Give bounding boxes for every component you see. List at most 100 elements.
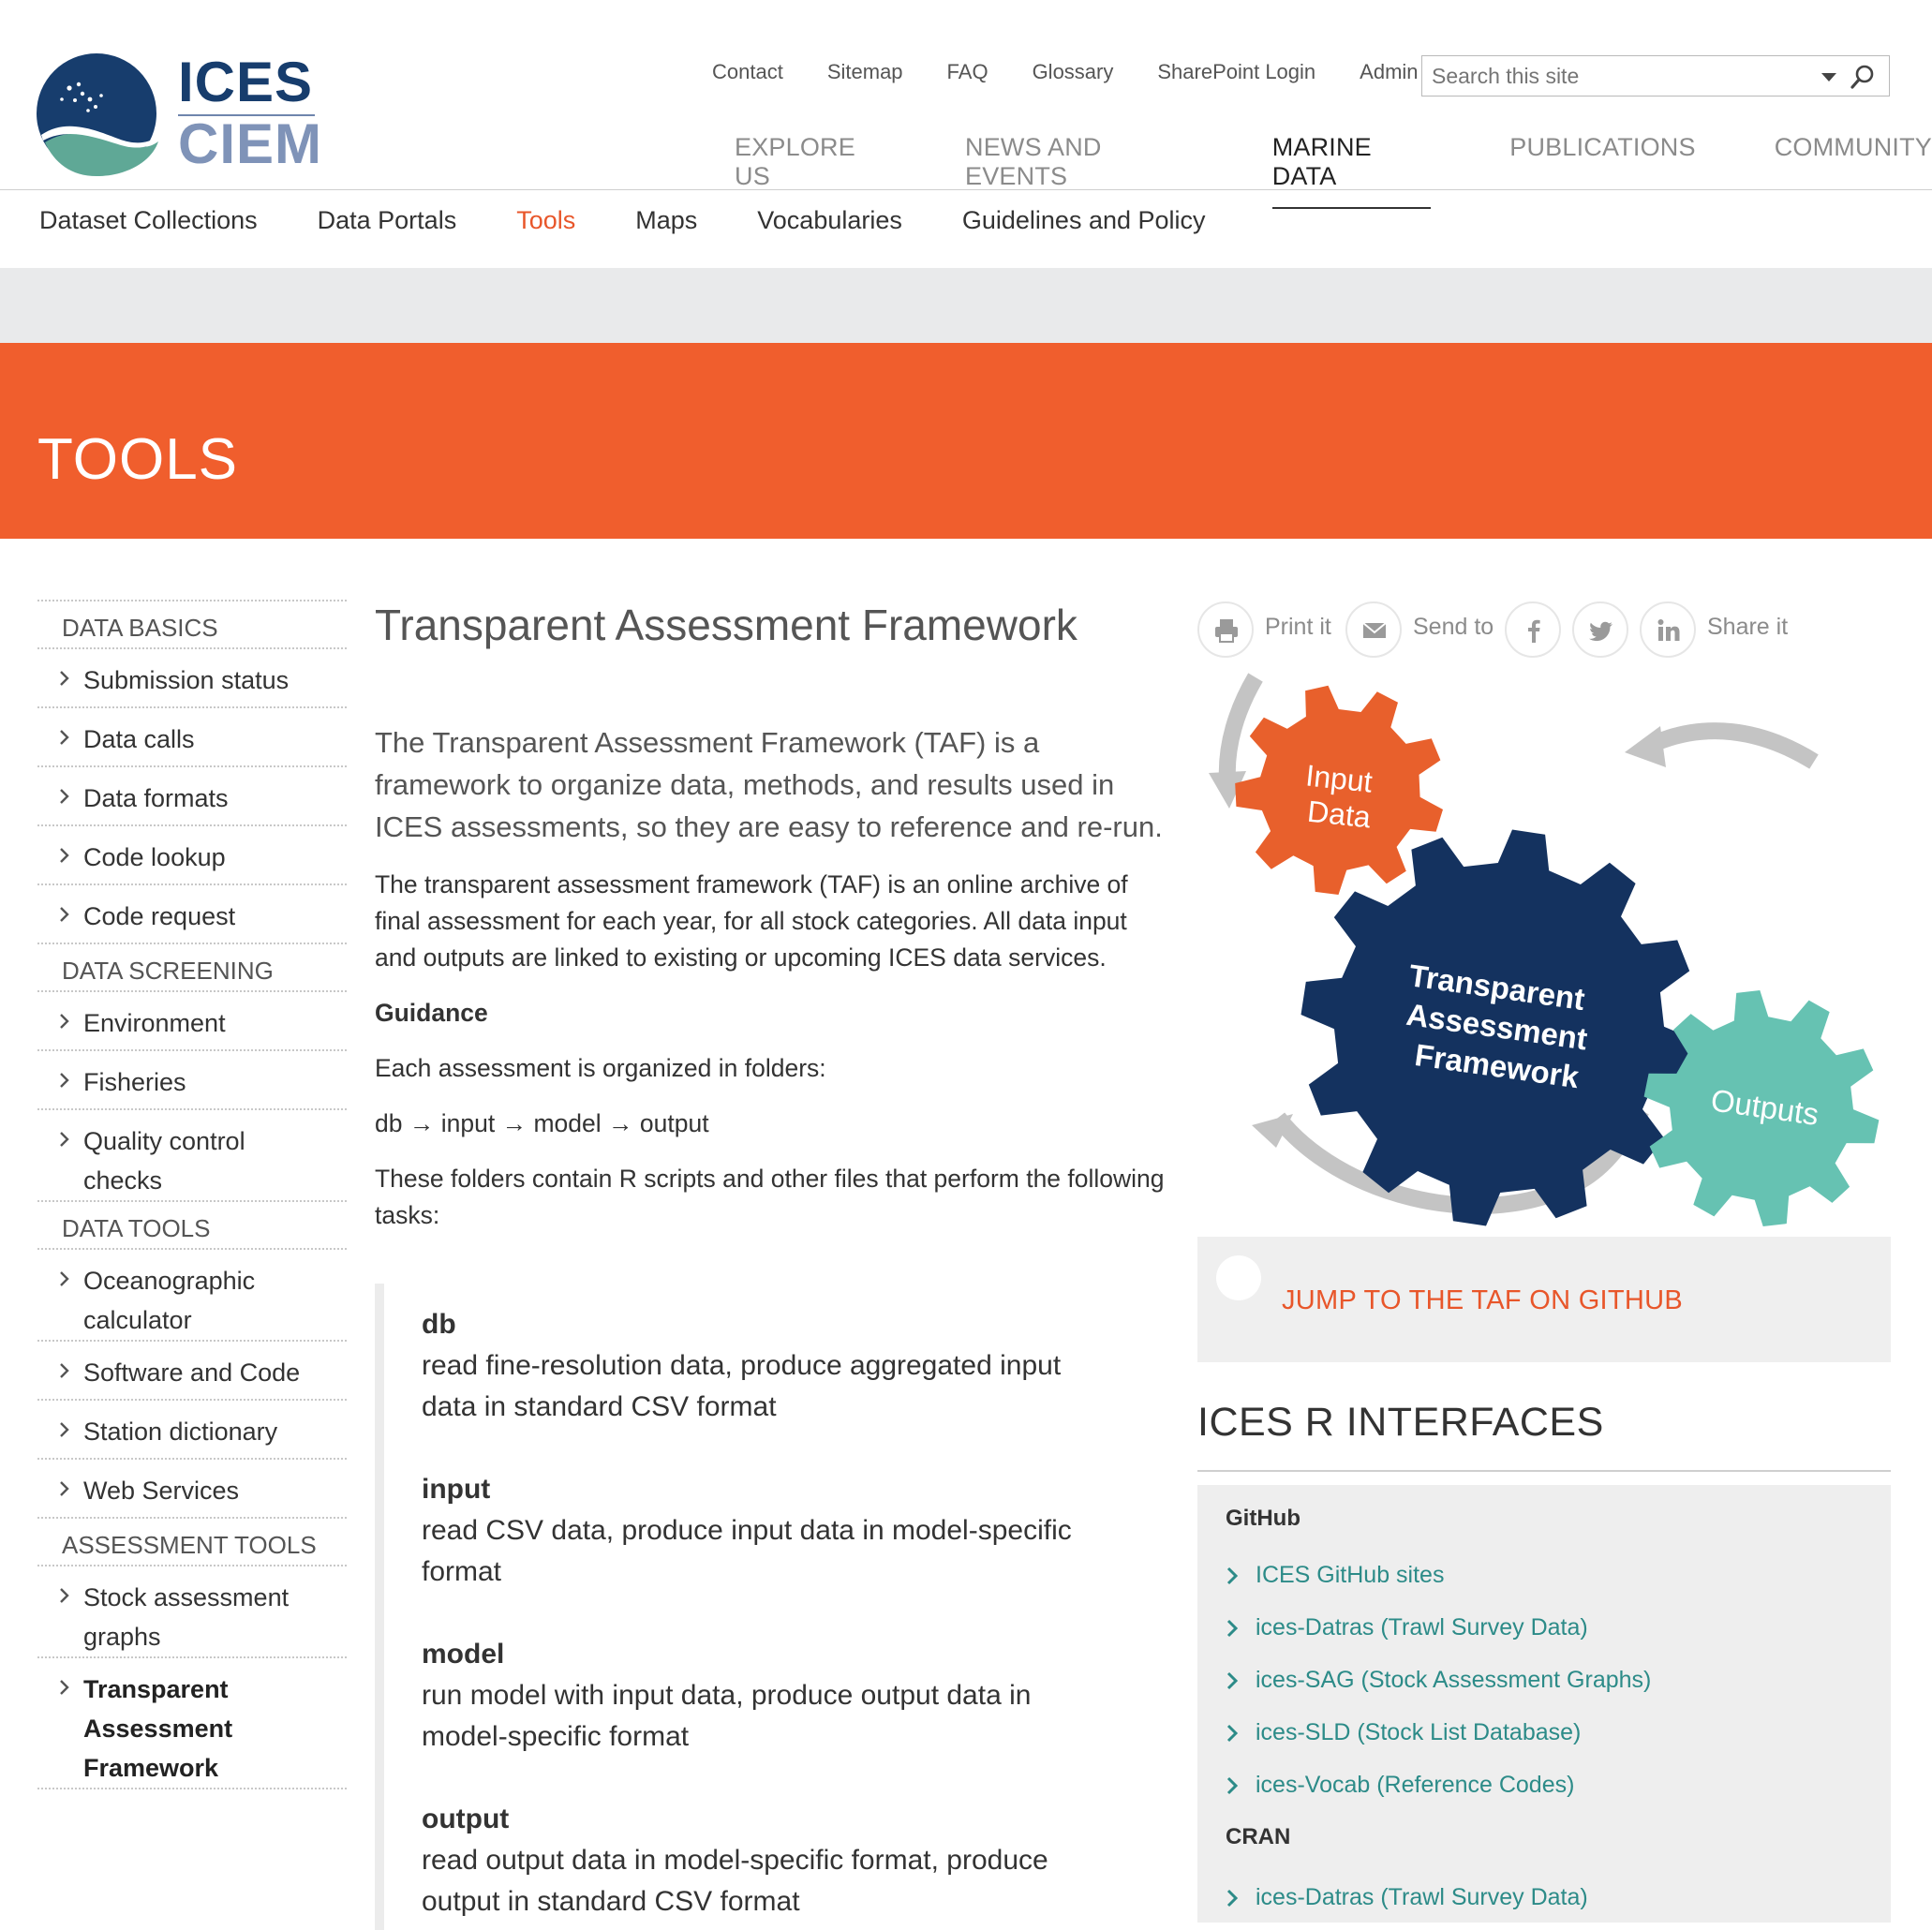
sidebar-item-software-and-code[interactable]: Software and Code — [37, 1342, 347, 1399]
subnav-guidelines-and-policy[interactable]: Guidelines and Policy — [962, 206, 1206, 235]
taf-github-link[interactable]: JUMP TO THE TAF ON GITHUB — [1282, 1285, 1683, 1316]
sidebar-item-transparent-assessment-framework[interactable]: Transparent Assessment Framework — [37, 1658, 347, 1788]
util-link-sitemap[interactable]: Sitemap — [827, 60, 903, 84]
sidebar-divider — [37, 1788, 347, 1789]
sidebar-item-label: Framework — [83, 1754, 219, 1782]
github-callout: JUMP TO THE TAF ON GITHUB — [1197, 1237, 1891, 1362]
nav-community[interactable]: COMMUNITY — [1775, 133, 1932, 209]
util-link-faq[interactable]: FAQ — [947, 60, 988, 84]
mail-icon — [1362, 622, 1387, 638]
logo-text-ciem: CIEM — [178, 112, 322, 175]
chevron-right-icon — [1226, 1566, 1239, 1585]
chevron-right-icon — [60, 1680, 69, 1695]
ices-logo[interactable]: ICES CIEM — [34, 51, 321, 177]
task-description: output in standard CSV format — [422, 1886, 800, 1917]
chevron-right-icon — [1226, 1671, 1239, 1690]
sidebar-item-fisheries[interactable]: Fisheries — [37, 1051, 347, 1108]
facebook-button[interactable] — [1505, 601, 1561, 658]
task-list: db read fine-resolution data, produce ag… — [375, 1284, 1190, 1930]
sidebar-item-label: Assessment — [83, 1715, 233, 1743]
r-interfaces-panel: GitHub ICES GitHub sites ices-Datras (Tr… — [1197, 1485, 1891, 1923]
task-item: db read fine-resolution data, produce ag… — [422, 1304, 1061, 1428]
sidebar-heading-data-screening: DATA SCREENING — [62, 957, 274, 985]
subnav-maps[interactable]: Maps — [635, 206, 697, 235]
sidebar-item-label: Quality control — [83, 1127, 245, 1155]
arrow-right-icon: → — [608, 1109, 640, 1137]
utility-nav: Contact Sitemap FAQ Glossary SharePoint … — [712, 60, 1419, 84]
search-input[interactable] — [1432, 62, 1806, 90]
chevron-right-icon — [60, 1363, 69, 1378]
util-link-sharepoint-login[interactable]: SharePoint Login — [1157, 60, 1315, 84]
r-interfaces-title: ICES R INTERFACES — [1197, 1400, 1604, 1445]
task-description: run model with input data, produce outpu… — [422, 1680, 1032, 1711]
github-badge-icon — [1216, 1255, 1261, 1300]
subnav-data-portals[interactable]: Data Portals — [318, 206, 457, 235]
chevron-right-icon — [1226, 1619, 1239, 1638]
search-icon[interactable] — [1850, 64, 1876, 90]
cycle-arrow-top-head — [1625, 726, 1666, 767]
site-search — [1421, 55, 1890, 96]
sidebar-item-label: calculator — [83, 1306, 192, 1334]
nav-publications[interactable]: PUBLICATIONS — [1509, 133, 1695, 209]
sidebar-nav: DATA BASICS Submission status Data calls Da… — [37, 600, 347, 1789]
hero-title: TOOLS — [37, 427, 239, 492]
sidebar-item-quality-control-checks[interactable]: Quality control checks — [37, 1110, 347, 1200]
util-link-contact[interactable]: Contact — [712, 60, 783, 84]
sidebar-item-data-formats[interactable]: Data formats — [37, 767, 347, 824]
print-label[interactable]: Print it — [1265, 614, 1331, 641]
sidebar-item-code-request[interactable]: Code request — [37, 885, 347, 943]
send-label[interactable]: Send to — [1413, 614, 1494, 641]
sidebar-item-label: Transparent — [83, 1675, 229, 1703]
nav-news-and-events[interactable]: NEWS AND EVENTS — [965, 133, 1194, 209]
share-toolbar: Print it Send to Share it — [1197, 601, 1891, 660]
sidebar-item-submission-status[interactable]: Submission status — [37, 649, 347, 706]
twitter-button[interactable] — [1572, 601, 1628, 658]
sidebar-item-stock-assessment-graphs[interactable]: Stock assessment graphs — [37, 1566, 347, 1656]
sidebar-item-label: Stock assessment — [83, 1583, 290, 1611]
sidebar-item-web-services[interactable]: Web Services — [37, 1460, 347, 1517]
sidebar-item-data-calls[interactable]: Data calls — [37, 708, 347, 765]
nav-explore-us[interactable]: EXPLORE US — [735, 133, 886, 209]
sidebar-heading-data-tools: DATA TOOLS — [62, 1214, 211, 1242]
page-hero-banner: TOOLS — [0, 343, 1932, 539]
r-group-github: GitHub — [1226, 1506, 1300, 1531]
r-group-cran: CRAN — [1226, 1824, 1291, 1849]
task-description: data in standard CSV format — [422, 1391, 777, 1422]
folder-flow: db → input → model → output — [375, 1106, 1171, 1142]
chevron-right-icon — [60, 1014, 69, 1029]
print-button[interactable] — [1197, 601, 1254, 658]
sidebar-item-label: Code request — [83, 902, 236, 930]
sidebar-item-station-dictionary[interactable]: Station dictionary — [37, 1401, 347, 1458]
chevron-right-icon — [60, 1073, 69, 1088]
linkedin-button[interactable] — [1640, 601, 1696, 658]
sidebar-item-oceanographic-calculator[interactable]: Oceanographic calculator — [37, 1250, 347, 1340]
dropdown-caret-icon[interactable] — [1820, 70, 1838, 83]
nav-marine-data[interactable]: MARINE DATA — [1271, 133, 1432, 209]
chevron-right-icon — [60, 730, 69, 745]
chevron-right-icon — [60, 1271, 69, 1286]
gear-input-label: Input — [1304, 758, 1375, 798]
taf-gears-diagram: Input Data Transparent Assessment Framew… — [1209, 673, 1880, 1226]
sidebar-item-environment[interactable]: Environment — [37, 992, 347, 1049]
sidebar-heading-data-basics: DATA BASICS — [62, 614, 218, 642]
flow-step: input — [440, 1109, 496, 1137]
arrow-right-icon: → — [409, 1109, 441, 1137]
task-description: read CSV data, produce input data in mod… — [422, 1515, 1072, 1546]
subnav-dataset-collections[interactable]: Dataset Collections — [39, 206, 258, 235]
subnav-tools[interactable]: Tools — [516, 206, 575, 235]
flow-step: output — [639, 1109, 709, 1137]
sidebar-heading-assessment-tools: ASSESSMENT TOOLS — [62, 1531, 317, 1559]
main-content: Transparent Assessment Framework The Tra… — [375, 600, 1171, 1930]
send-button[interactable] — [1345, 601, 1402, 658]
util-link-admin[interactable]: Admin — [1360, 60, 1418, 84]
share-label[interactable]: Share it — [1707, 614, 1788, 641]
sidebar-item-code-lookup[interactable]: Code lookup — [37, 826, 347, 883]
util-link-glossary[interactable]: Glossary — [1033, 60, 1114, 84]
sidebar-item-label: Code lookup — [83, 843, 226, 871]
subnav-vocabularies[interactable]: Vocabularies — [757, 206, 902, 235]
chevron-right-icon — [60, 1132, 69, 1147]
task-item: output read output data in model-specifi… — [422, 1799, 1048, 1923]
task-item: input read CSV data, produce input data … — [422, 1469, 1072, 1593]
lead-paragraph: The Transparent Assessment Framework (TA… — [375, 726, 1163, 843]
task-name: model — [422, 1639, 505, 1670]
